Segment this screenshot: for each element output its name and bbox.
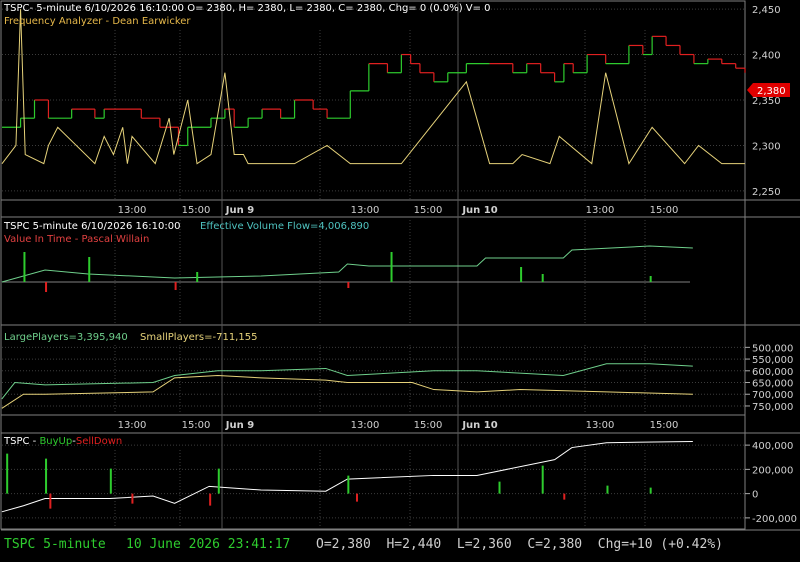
buy-sell-bar — [109, 468, 112, 494]
buy-sell-bar — [606, 485, 609, 494]
panel3-y-tick: 550,000 — [752, 355, 793, 366]
x-axis-label-lower: 15:00 — [650, 420, 679, 431]
panel3-y-tick: 600,000 — [752, 367, 793, 378]
volume-flow-bar — [541, 274, 544, 282]
buy-sell-bar — [355, 493, 358, 502]
volume-flow-bar — [347, 282, 350, 288]
buy-sell-bar — [131, 493, 134, 504]
panel4-title-name: TSPC - — [3, 436, 39, 447]
price-badge: 2,380 — [747, 83, 790, 97]
panel3-y-tick: 650,000 — [752, 379, 793, 390]
panel4-title-buy: BuyUp — [39, 436, 72, 447]
status-symbol: TSPC 5-minute — [4, 537, 106, 552]
small-players-label: SmallPlayers=-711,155 — [140, 332, 257, 343]
panel1-y-tick: 2,250 — [752, 187, 781, 198]
panel4-y-tick: -200,000 — [752, 514, 797, 525]
volume-flow-bar — [520, 267, 523, 282]
x-axis-label-lower: 13:00 — [118, 420, 147, 431]
buy-sell-bar — [217, 468, 220, 494]
panel3-y-tick: 700,000 — [752, 390, 793, 401]
panel1-y-tick: 2,400 — [752, 51, 781, 62]
x-axis-label: Jun 10 — [461, 205, 497, 216]
x-axis-label: 15:00 — [182, 205, 211, 216]
buy-sell-bar — [347, 475, 350, 494]
buyup-selldown-line — [1, 440, 693, 513]
panel2-subtitle: Value In Time - Pascal Willain — [4, 234, 149, 245]
x-axis-label: 15:00 — [650, 205, 679, 216]
buy-sell-bar — [45, 458, 48, 494]
buy-sell-bar — [541, 465, 544, 494]
buy-sell-bar — [563, 493, 566, 500]
x-axis-label-lower: 15:00 — [414, 420, 443, 431]
volume-flow-bar — [45, 282, 48, 292]
x-axis-label-lower: 15:00 — [182, 420, 211, 431]
status-datetime: 10 June 2026 23:41:17 — [126, 537, 290, 552]
panel3-y-tick: 750,000 — [752, 402, 793, 413]
panel4-title: TSPC - BuyUp-SellDown — [3, 436, 122, 447]
x-axis-label: 15:00 — [414, 205, 443, 216]
panel1-subtitle: Frequency Analyzer - Dean Earwicker — [4, 16, 191, 27]
panel1-y-tick: 2,450 — [752, 5, 781, 16]
panel4-y-tick: 200,000 — [752, 465, 793, 476]
volume-flow-bar — [23, 252, 26, 282]
x-axis-label-lower: Jun 10 — [461, 420, 497, 431]
x-axis-label: 13:00 — [118, 205, 147, 216]
buy-sell-bar — [6, 453, 9, 494]
panel1-y-tick: 2,300 — [752, 141, 781, 152]
volume-flow-bar — [390, 252, 393, 282]
stock-chart[interactable]: 2,450 2,400 2,350 2,300 2,250 13:00 15:00 Jun 9… — [0, 0, 800, 562]
panel3-y-tick: 500,000 — [752, 343, 793, 354]
panel1-y-tick: 2,350 — [752, 96, 781, 107]
volume-flow-bar — [196, 272, 199, 282]
x-axis-label: 13:00 — [586, 205, 615, 216]
panel2-header-name: TSPC 5-minute 6/10/2026 16:10:00 — [3, 221, 180, 232]
status-ohlc: O=2,380 H=2,440 L=2,360 C=2,380 Chg=+10 … — [316, 537, 723, 552]
small-players-line — [1, 374, 693, 409]
x-axis-label-lower: 13:00 — [586, 420, 615, 431]
price-badge-label: 2,380 — [757, 86, 786, 97]
volume-flow-bar — [649, 276, 652, 282]
x-axis-label: Jun 9 — [225, 205, 254, 216]
panel4-y-tick: 0 — [752, 490, 758, 501]
large-players-label: LargePlayers=3,395,940 — [4, 332, 128, 343]
axis-labels: 2,450 2,400 2,350 2,300 2,250 13:00 15:00 Jun 9… — [118, 5, 797, 525]
effective-volume-flow-line — [1, 245, 693, 283]
outer-frame — [0, 0, 746, 530]
panel2-header-indicator: Effective Volume Flow=4,006,890 — [200, 221, 369, 232]
frequency-analyzer-line — [1, 9, 745, 165]
panel4-title-sell: SellDown — [76, 436, 122, 447]
large-players-line — [1, 363, 693, 400]
x-axis-label-lower: 13:00 — [351, 420, 380, 431]
x-axis-label: 13:00 — [351, 205, 380, 216]
buy-sell-bar — [649, 487, 652, 494]
x-axis-label-lower: Jun 9 — [225, 420, 254, 431]
grid-lines — [2, 1, 745, 529]
panel1-header: TSPC- 5-minute 6/10/2026 16:10:00 O= 238… — [3, 3, 491, 14]
volume-flow-bar — [174, 282, 177, 290]
buy-sell-bar — [498, 481, 501, 494]
panel4-y-tick: 400,000 — [752, 441, 793, 452]
volume-flow-bar — [88, 257, 91, 282]
buy-sell-bar — [209, 493, 212, 506]
buy-sell-bar — [49, 493, 52, 509]
